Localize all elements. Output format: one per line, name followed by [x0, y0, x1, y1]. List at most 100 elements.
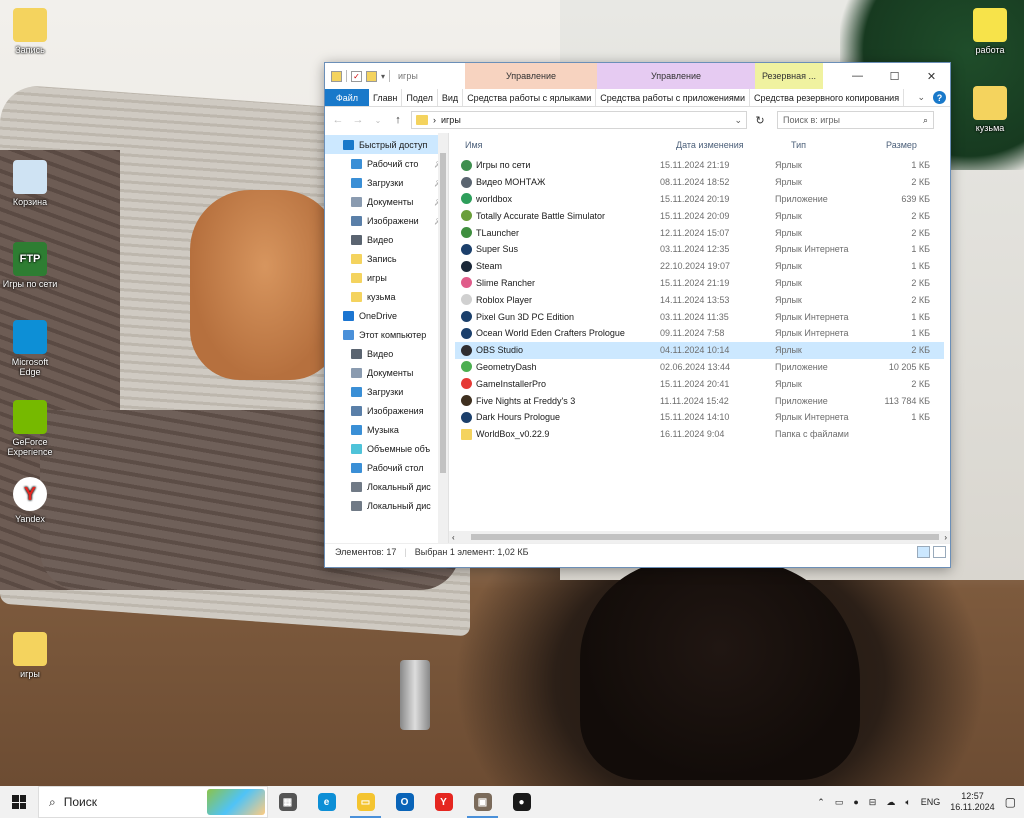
nav-item[interactable]: Изображения — [325, 401, 448, 420]
chevron-down-icon[interactable]: ⌄ — [734, 115, 742, 126]
breadcrumb[interactable]: игры — [441, 115, 461, 125]
search-icon[interactable]: ⌕ — [923, 115, 928, 126]
taskbar-edge-button[interactable]: e — [307, 786, 346, 818]
desktop-icon[interactable]: Y Yandex — [0, 477, 60, 524]
table-row[interactable]: Slime Rancher 15.11.2024 21:19 Ярлык 2 КБ — [455, 275, 944, 292]
notifications-icon[interactable]: ▢ — [1005, 795, 1016, 809]
taskbar-file-explorer-button[interactable]: ▭ — [346, 786, 385, 818]
nav-item[interactable]: Загрузки📌︎ — [325, 173, 448, 192]
table-row[interactable]: Pixel Gun 3D PC Edition 03.11.2024 11:35 Я… — [455, 308, 944, 325]
tab-shortcut-tools[interactable]: Средства работы с ярлыками — [463, 89, 597, 106]
desktop-icon[interactable]: Microsoft Edge — [0, 320, 60, 377]
desktop-icon[interactable]: Корзина — [0, 160, 60, 207]
minimize-button[interactable]: — — [839, 63, 876, 89]
nav-item[interactable]: Запись — [325, 249, 448, 268]
table-row[interactable]: Видео МОНТАЖ 08.11.2024 18:52 Ярлык 2 КБ — [455, 174, 944, 191]
taskbar-outlook-button[interactable]: O — [385, 786, 424, 818]
column-header-date[interactable]: Дата изменения — [660, 140, 775, 150]
nav-item[interactable]: Объемные объ — [325, 439, 448, 458]
microphone-icon[interactable]: ● — [853, 797, 858, 807]
table-row[interactable]: Ocean World Eden Crafters Prologue 09.11.… — [455, 325, 944, 342]
nav-item[interactable]: Этот компьютер — [325, 325, 448, 344]
table-row[interactable]: Totally Accurate Battle Simulator 15.11.2… — [455, 207, 944, 224]
taskbar-image-viewer-button[interactable]: ▣ — [463, 786, 502, 818]
scrollbar-thumb[interactable] — [440, 153, 446, 473]
nav-item[interactable]: Видео — [325, 344, 448, 363]
nav-item[interactable]: Изображени📌︎ — [325, 211, 448, 230]
breadcrumb-separator[interactable]: › — [433, 115, 436, 125]
tab-home[interactable]: Главн — [369, 89, 403, 106]
search-input[interactable]: Поиск в: игры ⌕ — [777, 111, 934, 129]
table-row[interactable]: Игры по сети 15.11.2024 21:19 Ярлык 1 КБ — [455, 157, 944, 174]
scrollbar-thumb[interactable] — [470, 534, 939, 540]
tab-backup-tools[interactable]: Средства резервного копирования — [750, 89, 905, 106]
table-row[interactable]: GeometryDash 02.06.2024 13:44 Приложение 10… — [455, 359, 944, 376]
chevron-down-icon[interactable]: ▾ — [381, 72, 385, 81]
folder-icon[interactable] — [331, 70, 342, 82]
taskbar-task-view-button[interactable]: ▦ — [268, 786, 307, 818]
table-row[interactable]: TLauncher 12.11.2024 15:07 Ярлык 2 КБ — [455, 224, 944, 241]
nav-item[interactable]: Документы — [325, 363, 448, 382]
nav-item[interactable]: игры — [325, 268, 448, 287]
tab-file[interactable]: Файл — [325, 89, 369, 106]
nav-item[interactable]: Музыка — [325, 420, 448, 439]
table-row[interactable]: Five Nights at Freddy's 3 11.11.2024 15:4… — [455, 392, 944, 409]
desktop-icon[interactable]: работа — [960, 8, 1020, 55]
table-row[interactable]: worldbox 15.11.2024 20:19 Приложение 639 КБ — [455, 191, 944, 208]
forward-arrow-icon[interactable]: → — [351, 114, 365, 126]
help-icon[interactable]: ? — [933, 91, 946, 104]
search-highlight-image[interactable] — [207, 789, 265, 815]
taskbar-yandex-button[interactable]: Y — [424, 786, 463, 818]
table-row[interactable]: OBS Studio 04.11.2024 10:14 Ярлык 2 КБ — [455, 341, 944, 359]
recent-dropdown-icon[interactable]: ⌄ — [371, 116, 385, 125]
nav-item[interactable]: Быстрый доступ — [325, 135, 448, 154]
desktop-icon[interactable]: FTP Игры по сети — [0, 242, 60, 289]
taskbar-search[interactable]: ⌕ Поиск — [38, 786, 268, 818]
column-header-size[interactable]: Размер — [870, 140, 940, 150]
details-view-icon[interactable] — [917, 545, 930, 558]
refresh-icon[interactable]: ↻ — [753, 114, 767, 127]
table-row[interactable]: Super Sus 03.11.2024 12:35 Ярлык Интернета… — [455, 241, 944, 258]
desktop-icon[interactable]: кузьма — [960, 86, 1020, 133]
new-folder-icon[interactable] — [366, 70, 377, 82]
column-header-type[interactable]: Тип — [775, 140, 870, 150]
nav-item[interactable]: Загрузки — [325, 382, 448, 401]
scroll-left-icon[interactable]: ‹ — [449, 533, 455, 542]
column-header-name[interactable]: Имя — [449, 140, 660, 150]
network-icon[interactable]: ⊟ — [869, 797, 877, 808]
tab-share[interactable]: Подел — [402, 89, 438, 106]
language-indicator[interactable]: ENG — [921, 797, 941, 807]
taskbar-obs-button[interactable]: ● — [502, 786, 541, 818]
table-row[interactable]: WorldBox_v0.22.9 16.11.2024 9:04 Папка с ф… — [455, 426, 944, 443]
tab-view[interactable]: Вид — [438, 89, 464, 106]
volume-icon[interactable]: 🔈︎ — [905, 797, 910, 808]
nav-item[interactable]: Локальный дис — [325, 496, 448, 515]
desktop-icon[interactable]: GeForce Experience — [0, 400, 60, 457]
tab-app-tools[interactable]: Средства работы с приложениями — [596, 89, 750, 106]
nav-item[interactable]: Рабочий стол — [325, 458, 448, 477]
table-row[interactable]: Steam 22.10.2024 19:07 Ярлык 1 КБ — [455, 258, 944, 275]
context-tab-backup[interactable]: Резервная ... — [755, 63, 823, 89]
meet-now-icon[interactable]: ▭ — [835, 797, 844, 808]
start-button[interactable] — [0, 795, 38, 809]
context-tab-manage-app[interactable]: Управление — [597, 63, 755, 89]
clock[interactable]: 12:57 16.11.2024 — [950, 791, 994, 813]
nav-item[interactable]: OneDrive — [325, 306, 448, 325]
desktop-icon[interactable]: игры — [0, 632, 60, 679]
chevron-up-icon[interactable]: ⌃ — [817, 797, 825, 808]
desktop-icon[interactable]: Запись — [0, 8, 60, 55]
expand-ribbon-icon[interactable]: ⌄ — [917, 92, 925, 103]
up-arrow-icon[interactable]: ↑ — [391, 114, 405, 126]
nav-scrollbar[interactable] — [438, 133, 448, 543]
nav-item[interactable]: кузьма — [325, 287, 448, 306]
large-icons-view-icon[interactable] — [933, 545, 946, 558]
properties-icon[interactable]: ✓ — [351, 70, 362, 82]
cloud-icon[interactable]: ☁ — [886, 797, 895, 808]
address-bar[interactable]: › игры ⌄ — [411, 111, 747, 129]
nav-item[interactable]: Документы📌︎ — [325, 192, 448, 211]
table-row[interactable]: GameInstallerPro 15.11.2024 20:41 Ярлык 2 К… — [455, 375, 944, 392]
nav-item[interactable]: Локальный дис — [325, 477, 448, 496]
table-row[interactable]: Dark Hours Prologue 15.11.2024 14:10 Ярлык… — [455, 409, 944, 426]
horizontal-scrollbar[interactable]: ‹ › — [449, 531, 950, 543]
scroll-right-icon[interactable]: › — [944, 533, 950, 542]
